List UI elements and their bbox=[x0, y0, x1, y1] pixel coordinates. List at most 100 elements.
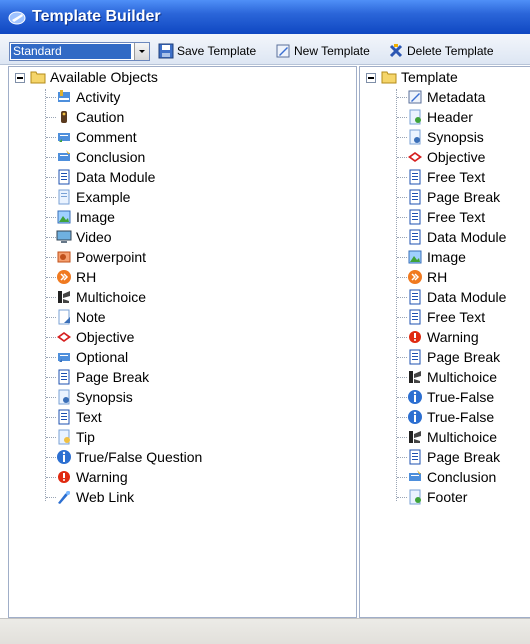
synopsis-icon bbox=[409, 129, 421, 145]
text-icon bbox=[58, 409, 70, 425]
multichoice-icon bbox=[409, 431, 421, 443]
template-tree-item[interactable]: Free Text bbox=[360, 167, 530, 187]
available-object-tree-item[interactable]: Powerpoint bbox=[9, 247, 339, 267]
footer-icon bbox=[409, 489, 421, 505]
objective-icon bbox=[57, 332, 71, 342]
template-tree-item[interactable]: True-False bbox=[360, 387, 530, 407]
template-tree-item[interactable]: Header bbox=[360, 107, 530, 127]
tree-item-label: Metadata bbox=[427, 89, 486, 105]
collapse-icon[interactable] bbox=[366, 73, 376, 83]
tree-item-label: Warning bbox=[76, 469, 128, 485]
template-tree-item[interactable]: Free Text bbox=[360, 207, 530, 227]
tree-item-label: Web Link bbox=[76, 489, 135, 505]
metadata-icon bbox=[408, 90, 422, 104]
web-link-icon bbox=[58, 491, 70, 504]
available-object-tree-item[interactable]: Web Link bbox=[9, 487, 339, 507]
template-select[interactable]: Standard bbox=[9, 42, 150, 61]
tree-item-label: True-False bbox=[427, 409, 495, 425]
powerpoint-icon bbox=[57, 251, 71, 263]
tree-item-label: Synopsis bbox=[76, 389, 133, 405]
template-tree-item[interactable]: Objective bbox=[360, 147, 530, 167]
template-tree-item[interactable]: Multichoice bbox=[360, 427, 530, 447]
tree-item-label: Activity bbox=[76, 89, 121, 105]
tree-item-label: Footer bbox=[427, 489, 468, 505]
template-select-value[interactable]: Standard bbox=[11, 44, 131, 59]
available-object-tree-item[interactable]: Multichoice bbox=[9, 287, 339, 307]
template-tree-item[interactable]: Warning bbox=[360, 327, 530, 347]
multichoice-icon bbox=[58, 291, 70, 303]
available-object-tree-item[interactable]: Optional bbox=[9, 347, 339, 367]
available-object-tree-item[interactable]: Objective bbox=[9, 327, 339, 347]
tree-item-label: Optional bbox=[76, 349, 129, 365]
available-object-tree-item[interactable]: Page Break bbox=[9, 367, 339, 387]
available-object-tree-item[interactable]: Note bbox=[9, 307, 339, 327]
available-object-tree-item[interactable]: Conclusion bbox=[9, 147, 339, 167]
tree-item-label: True-False bbox=[427, 389, 495, 405]
text-icon bbox=[409, 209, 421, 225]
template-tree-item[interactable]: Metadata bbox=[360, 87, 530, 107]
tree-item-label: Data Module bbox=[427, 229, 507, 245]
template-tree-item[interactable]: Page Break bbox=[360, 187, 530, 207]
objective-icon bbox=[408, 152, 422, 162]
activity-icon bbox=[58, 90, 70, 102]
available-object-tree-item[interactable]: Comment bbox=[9, 127, 339, 147]
tree-root-template[interactable]: Template bbox=[360, 67, 530, 87]
comment-icon bbox=[58, 133, 70, 142]
available-object-tree-item[interactable]: Warning bbox=[9, 467, 339, 487]
available-object-tree-item[interactable]: Activity bbox=[9, 87, 339, 107]
template-panel[interactable]: Template Metadata Header Synopsis Objective… bbox=[359, 66, 530, 618]
available-object-tree-item[interactable]: Text bbox=[9, 407, 339, 427]
tree-item-label: RH bbox=[427, 269, 448, 285]
available-objects-panel[interactable]: Available Objects Activity Caution Comment… bbox=[8, 66, 357, 618]
template-builder-window: Template Builder Standard Save Template … bbox=[0, 0, 530, 644]
available-object-tree-item[interactable]: Synopsis bbox=[9, 387, 339, 407]
delete-template-label: Delete Template bbox=[407, 44, 494, 58]
available-object-tree-item[interactable]: True/False Question bbox=[9, 447, 339, 467]
available-object-tree-item[interactable]: Data Module bbox=[9, 167, 339, 187]
example-icon bbox=[58, 189, 70, 205]
template-tree-item[interactable]: Page Break bbox=[360, 447, 530, 467]
optional-icon bbox=[58, 353, 70, 362]
available-object-tree-item[interactable]: Video bbox=[9, 227, 339, 247]
template-tree-item[interactable]: True-False bbox=[360, 407, 530, 427]
available-object-tree-item[interactable]: Tip bbox=[9, 427, 339, 447]
tree-item-label: Image bbox=[427, 249, 466, 265]
available-object-tree-item[interactable]: Caution bbox=[9, 107, 339, 127]
tip-icon bbox=[58, 429, 70, 445]
template-tree-item[interactable]: Image bbox=[360, 247, 530, 267]
template-tree-item[interactable]: Free Text bbox=[360, 307, 530, 327]
synopsis-icon bbox=[58, 389, 70, 405]
tree-item-label: Tip bbox=[76, 429, 95, 445]
tree-item-label: RH bbox=[76, 269, 97, 285]
template-tree-item[interactable]: Footer bbox=[360, 487, 530, 507]
template-tree-item[interactable]: RH bbox=[360, 267, 530, 287]
template-tree-item[interactable]: Multichoice bbox=[360, 367, 530, 387]
tree-item-label: Video bbox=[76, 229, 112, 245]
title-bar: Template Builder bbox=[0, 0, 530, 34]
tree-item-label: Page Break bbox=[427, 189, 501, 205]
template-tree-item[interactable]: Conclusion bbox=[360, 467, 530, 487]
available-object-tree-item[interactable]: Example bbox=[9, 187, 339, 207]
template-tree-item[interactable]: Data Module bbox=[360, 287, 530, 307]
available-object-tree-item[interactable]: Image bbox=[9, 207, 339, 227]
available-object-tree-item[interactable]: RH bbox=[9, 267, 339, 287]
template-tree-item[interactable]: Data Module bbox=[360, 227, 530, 247]
page-break-icon bbox=[409, 349, 421, 365]
tree-item-label: Page Break bbox=[427, 449, 501, 465]
save-template-label: Save Template bbox=[177, 44, 257, 58]
collapse-icon[interactable] bbox=[15, 73, 25, 83]
data-module-icon bbox=[58, 169, 70, 185]
note-icon bbox=[58, 309, 70, 325]
tree-item-label: Conclusion bbox=[76, 149, 146, 165]
new-template-label: New Template bbox=[294, 44, 370, 58]
dropdown-arrow-icon[interactable] bbox=[134, 43, 149, 60]
template-tree-item[interactable]: Synopsis bbox=[360, 127, 530, 147]
tree-item-label: Multichoice bbox=[427, 369, 498, 385]
page-break-icon bbox=[409, 449, 421, 465]
tree-item-label: Page Break bbox=[76, 369, 150, 385]
app-icon bbox=[8, 11, 26, 25]
template-tree-item[interactable]: Page Break bbox=[360, 347, 530, 367]
status-bar bbox=[0, 618, 530, 644]
tree-root-available-objects[interactable]: Available Objects bbox=[9, 67, 349, 87]
new-icon bbox=[276, 44, 290, 58]
